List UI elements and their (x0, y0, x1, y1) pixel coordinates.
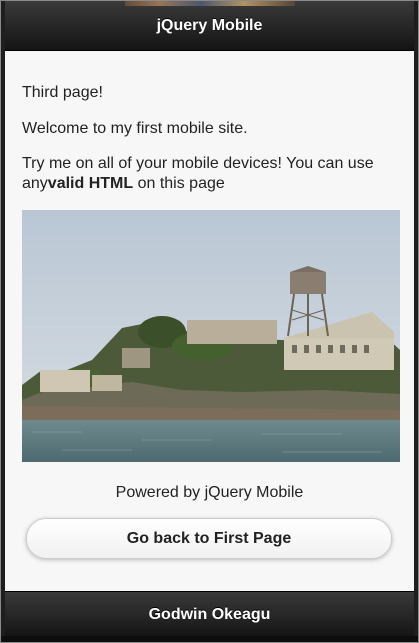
third-page-text: Third page! (22, 84, 103, 101)
header-bar: jQuery Mobile (5, 1, 414, 51)
footer-bar: Godwin Okeagu (5, 591, 414, 637)
header-decoration (125, 1, 295, 6)
frame-bottom-edge (1, 636, 418, 642)
page-title: jQuery Mobile (156, 16, 263, 34)
valid-html-bold: valid HTML (47, 175, 134, 192)
mobile-page-frame: jQuery Mobile Third page! Welcome to my … (0, 0, 419, 643)
photo-image (22, 210, 400, 462)
frame-right-edge (414, 1, 418, 642)
try-me-text: Try me on all of your mobile devices! Yo… (22, 154, 392, 194)
powered-by-text: Powered by jQuery Mobile (115, 484, 304, 501)
try-me-suffix: on this page (133, 175, 225, 192)
page-content: Third page! Welcome to my first mobile s… (5, 51, 414, 591)
go-back-button[interactable]: Go back to First Page (26, 518, 392, 559)
alcatraz-photo (22, 210, 400, 462)
footer-title: Godwin Okeagu (148, 605, 271, 623)
welcome-text: Welcome to my first mobile site. (22, 120, 248, 137)
